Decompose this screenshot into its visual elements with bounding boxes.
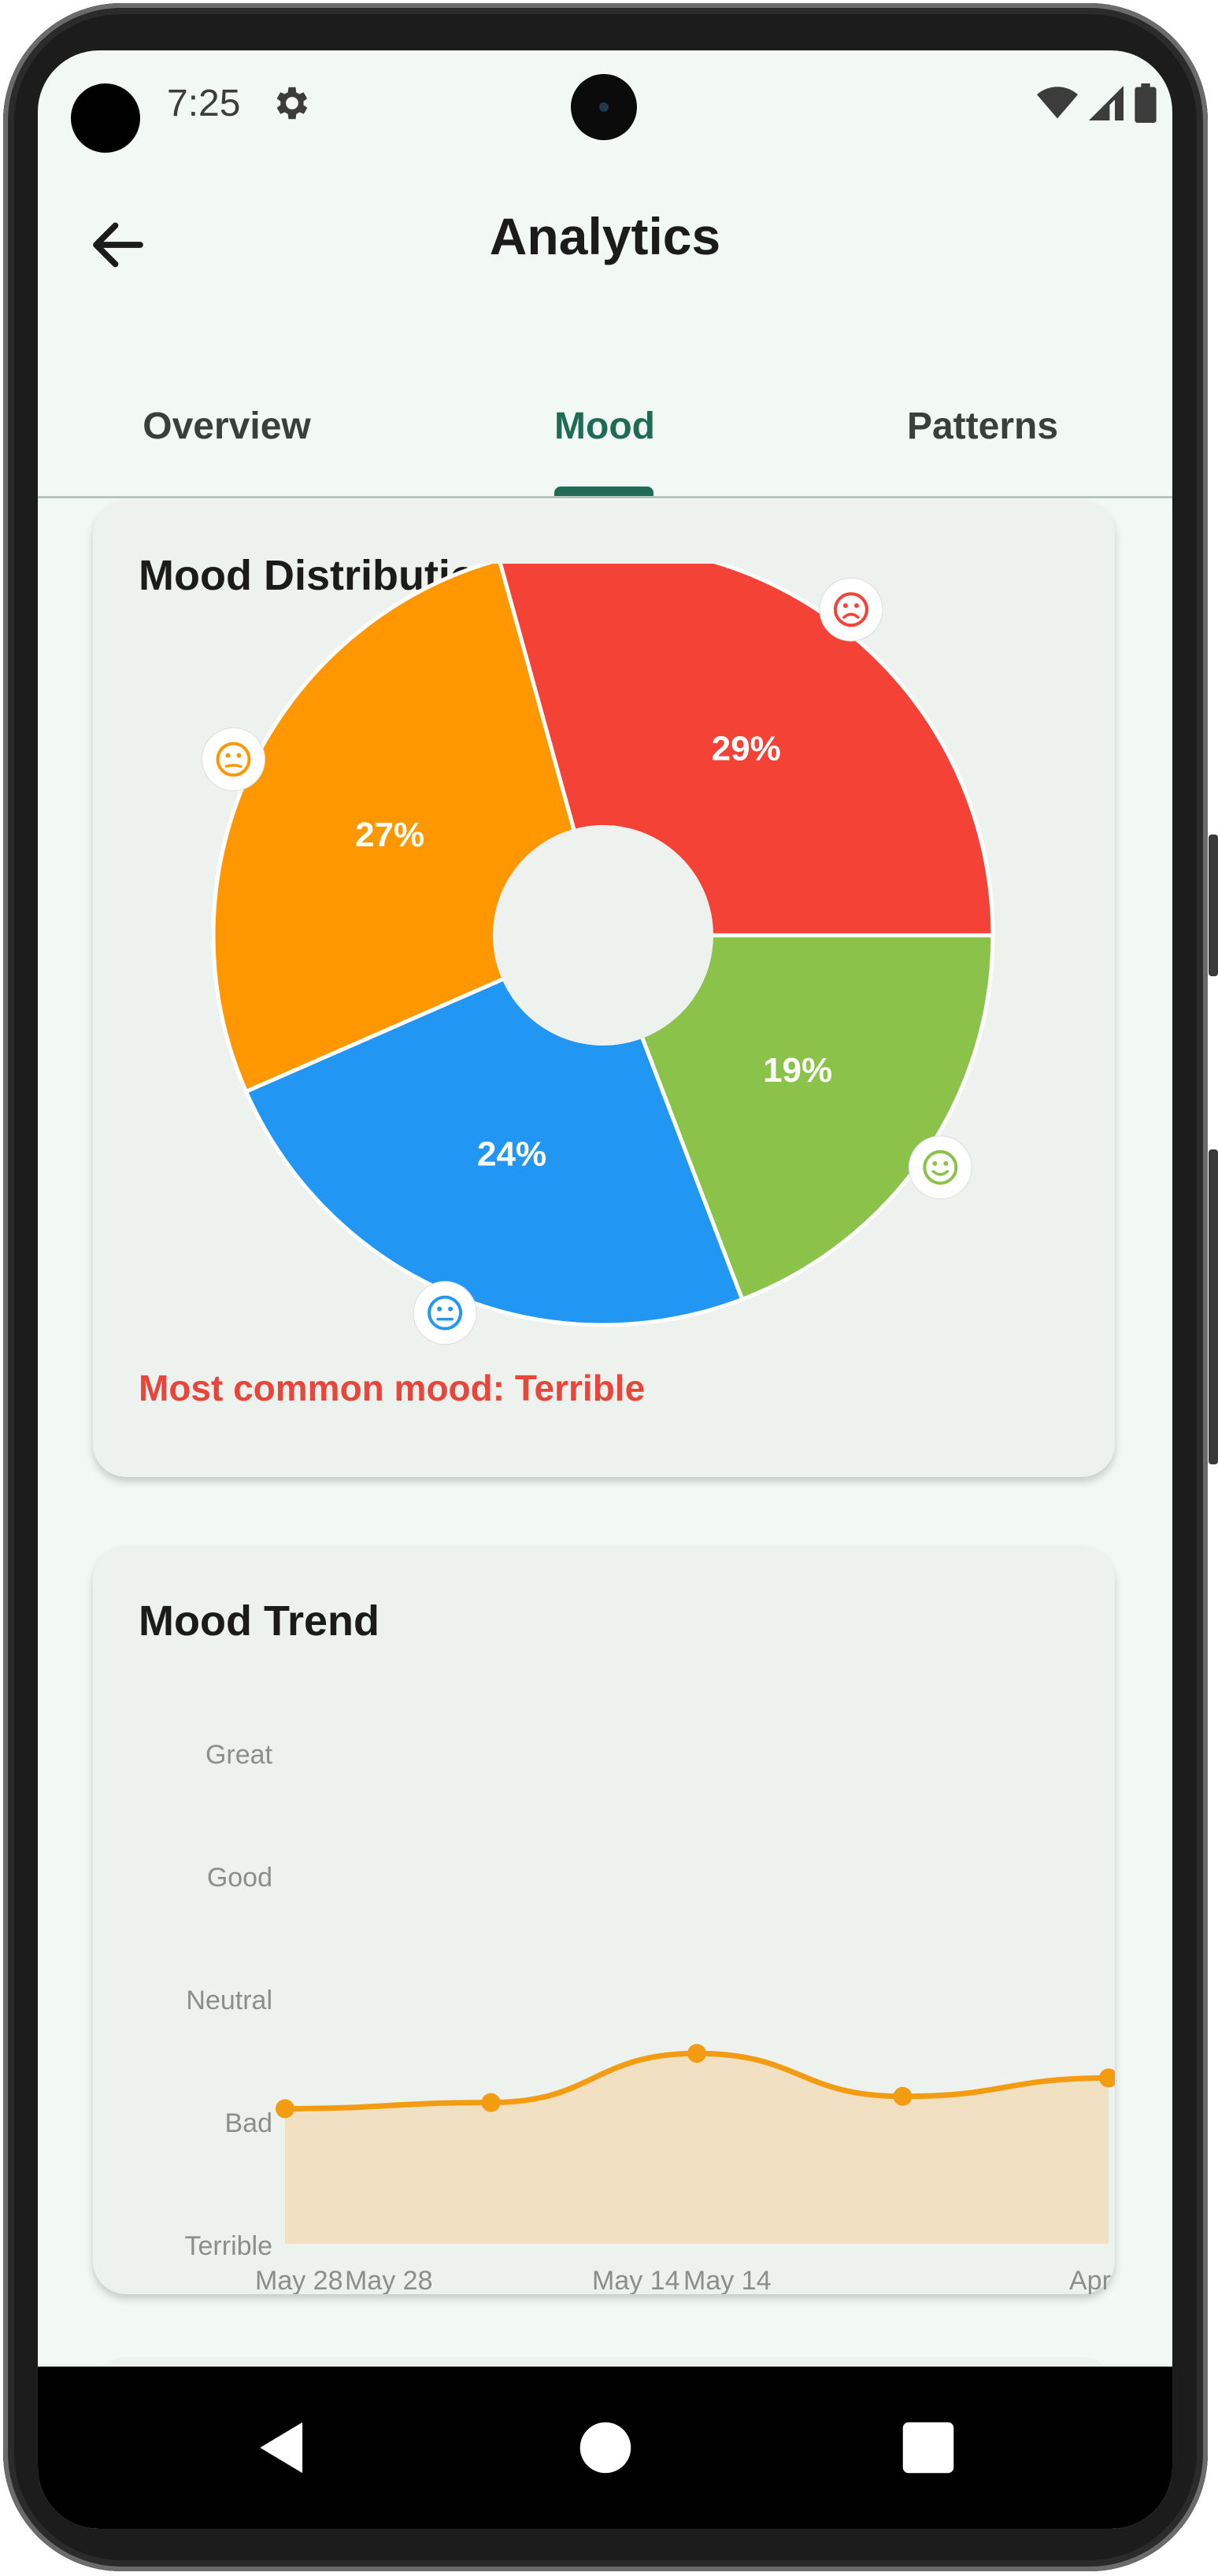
nav-recents-icon[interactable] xyxy=(894,2414,962,2482)
pie-label-terrible: 29% xyxy=(712,729,781,768)
app-screen: 7:25 Analytics Overview Mood Patterns Mo… xyxy=(38,50,1172,2529)
status-icons xyxy=(1037,83,1157,123)
power-button xyxy=(1209,1149,1218,1464)
trend-point[interactable] xyxy=(481,2093,501,2112)
nav-back-icon[interactable] xyxy=(249,2414,317,2482)
front-camera xyxy=(571,74,637,140)
gear-icon xyxy=(276,87,308,120)
pie-label-neutral: 24% xyxy=(477,1135,546,1174)
y-tick-bad: Bad xyxy=(225,2108,273,2138)
volume-button xyxy=(1209,835,1218,976)
mood-distribution-card: Mood Distribution 29% 19% 24% 27% Most comm… xyxy=(93,501,1115,1477)
tab-mood[interactable]: Mood xyxy=(416,405,794,448)
trend-point[interactable] xyxy=(687,2044,706,2063)
y-tick-great: Great xyxy=(205,1740,273,1770)
mood-pie-chart: 29% 19% 24% 27% xyxy=(201,564,995,1345)
wifi-icon xyxy=(1037,87,1078,119)
tab-indicator xyxy=(554,487,653,496)
battery-icon xyxy=(1135,83,1157,123)
pie-center-hole xyxy=(493,825,713,1046)
trend-area xyxy=(285,2053,1109,2244)
status-bar: 7:25 xyxy=(38,50,1172,168)
x-tick-label: May 14 xyxy=(592,2266,680,2294)
x-tick-label: May 28 xyxy=(255,2266,343,2294)
sad-face-icon xyxy=(819,577,883,642)
system-nav-bar xyxy=(38,2367,1172,2529)
pie-label-good: 19% xyxy=(763,1051,832,1090)
page-title: Analytics xyxy=(489,207,721,265)
y-tick-neutral: Neutral xyxy=(186,1986,272,2015)
tab-overview[interactable]: Overview xyxy=(38,405,416,448)
mood-trend-card: Mood Trend Terrible Bad Neutral Good Great Ma… xyxy=(93,1546,1115,2294)
trend-point[interactable] xyxy=(276,2099,294,2119)
x-tick-label: Apr 30 xyxy=(1069,2266,1115,2294)
y-tick-terrible: Terrible xyxy=(185,2231,272,2261)
nav-home-icon[interactable] xyxy=(572,2414,639,2482)
y-tick-good: Good xyxy=(207,1863,272,1893)
smile-face-icon xyxy=(908,1135,972,1200)
notification-dot xyxy=(71,83,140,153)
tab-patterns[interactable]: Patterns xyxy=(794,405,1172,448)
pie-label-bad: 27% xyxy=(355,816,424,854)
x-tick-label: May 28 xyxy=(345,2266,433,2294)
phone-frame: 7:25 Analytics Overview Mood Patterns Mo… xyxy=(0,0,1218,2576)
signal-icon xyxy=(1089,86,1124,120)
x-tick-label: May 14 xyxy=(683,2266,772,2294)
tab-bar: Overview Mood Patterns xyxy=(38,381,1172,498)
slight-frown-face-icon xyxy=(201,727,265,792)
neutral-face-icon xyxy=(413,1281,477,1345)
trend-point[interactable] xyxy=(893,2086,913,2106)
mood-trend-chart: Terrible Bad Neutral Good Great May 28 May 28 M… xyxy=(185,1740,1115,2294)
most-common-mood: Most common mood: Terrible xyxy=(139,1368,646,1408)
status-time: 7:25 xyxy=(167,83,241,124)
